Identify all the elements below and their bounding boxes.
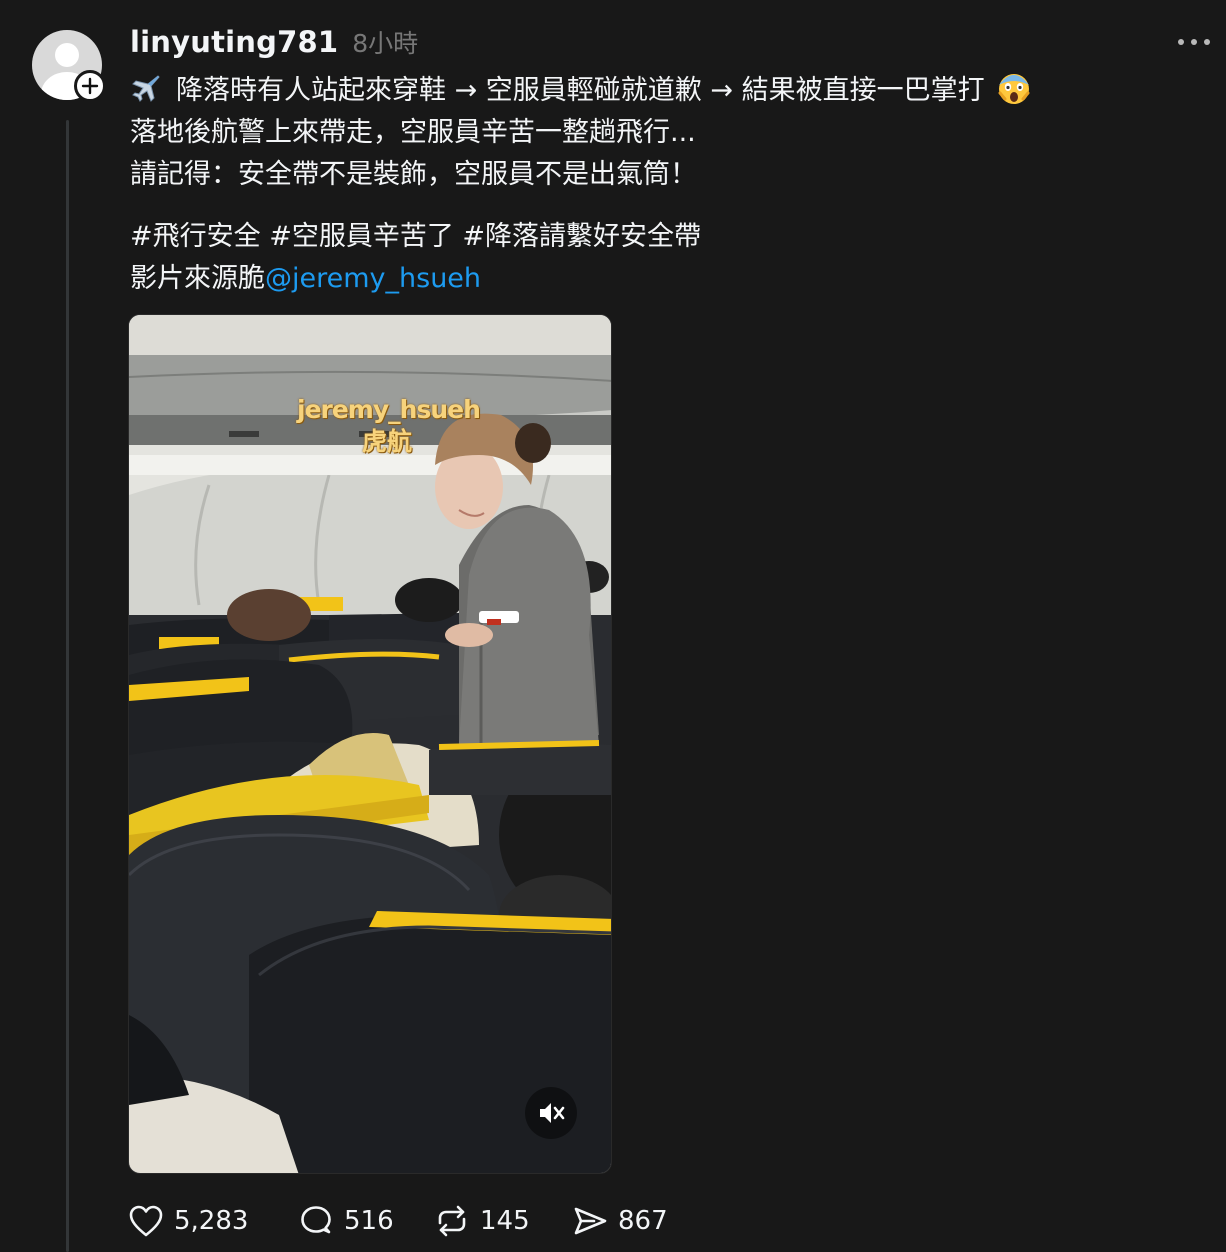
repost-button[interactable]: 145 xyxy=(434,1204,572,1238)
post: linyuting781 8小時 降落時有人站起來穿鞋 → 空服員輕碰就道歉 →… xyxy=(0,0,1226,1252)
more-dots-icon xyxy=(1178,39,1210,45)
thread-line xyxy=(66,120,69,1252)
muted-speaker-icon xyxy=(540,1103,565,1123)
screaming-face-emoji xyxy=(998,74,1030,104)
follow-button[interactable] xyxy=(74,70,106,102)
mention-link[interactable]: @jeremy_hsueh xyxy=(265,263,481,294)
comment-icon xyxy=(301,1206,331,1234)
username[interactable]: linyuting781 xyxy=(130,25,338,59)
mute-toggle-button[interactable] xyxy=(525,1087,577,1139)
source-line: 影片來源脆@jeremy_hsueh xyxy=(130,258,1210,300)
avatar-container[interactable] xyxy=(32,30,106,102)
text-line-1: 降落時有人站起來穿鞋 → 空服員輕碰就道歉 → 結果被直接一巴掌打 xyxy=(130,70,1210,112)
reply-count: 516 xyxy=(344,1206,394,1236)
text-line-2: 落地後航警上來帶走，空服員辛苦一整趟飛行... xyxy=(130,117,696,148)
action-bar: 5,283 516 145 867 xyxy=(128,1198,692,1244)
heart-icon xyxy=(129,1205,163,1237)
repost-count: 145 xyxy=(480,1206,530,1236)
text-line-3: 請記得：安全帶不是裝飾，空服員不是出氣筒！ xyxy=(130,159,697,190)
repost-icon xyxy=(438,1205,466,1237)
plus-icon xyxy=(81,77,99,95)
airplane-emoji xyxy=(132,75,160,102)
more-options-button[interactable] xyxy=(1172,30,1216,54)
timestamp[interactable]: 8小時 xyxy=(352,24,418,60)
share-count: 867 xyxy=(618,1206,668,1236)
post-text: 降落時有人站起來穿鞋 → 空服員輕碰就道歉 → 結果被直接一巴掌打 落地後航警上… xyxy=(130,70,1210,300)
source-prefix: 影片來源脆 xyxy=(130,263,265,294)
like-button[interactable]: 5,283 xyxy=(128,1204,298,1238)
reply-button[interactable]: 516 xyxy=(298,1204,434,1238)
send-icon xyxy=(574,1207,607,1235)
video-player[interactable]: jeremy_hsueh 虎航 xyxy=(128,314,612,1174)
share-button[interactable]: 867 xyxy=(572,1204,692,1238)
hashtags[interactable]: #飛行安全 #空服員辛苦了 #降落請繫好安全帶 xyxy=(130,216,1210,258)
post-header: linyuting781 8小時 xyxy=(130,24,418,60)
text-line-1-content: 降落時有人站起來穿鞋 → 空服員輕碰就道歉 → 結果被直接一巴掌打 xyxy=(176,75,985,106)
video-frame xyxy=(129,315,611,1173)
like-count: 5,283 xyxy=(174,1206,249,1236)
